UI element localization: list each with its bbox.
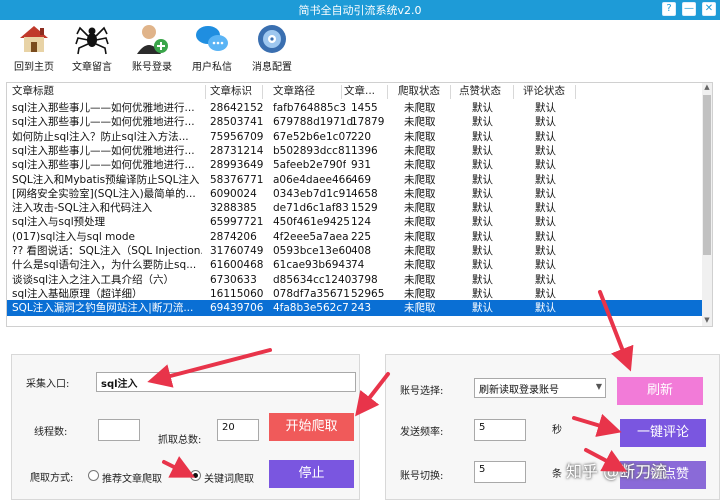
toolbar-account-login-label: 账号登录: [132, 62, 172, 73]
toolbar-user-message-label: 用户私信: [192, 62, 232, 73]
window-title: 简书全自动引流系统v2.0: [298, 4, 422, 17]
chat-bubbles-icon: [196, 26, 228, 51]
table-scrollbar[interactable]: ▲ ▼: [702, 83, 712, 326]
article-table[interactable]: 文章标题 文章标识 文章路径 文章... 爬取状态 点赞状态 评论状态 sql注…: [6, 82, 713, 327]
toolbar: 回到主页 文章留言 账号登录 用户私信 消息配置: [0, 20, 720, 76]
account-select-label: 账号选择:: [400, 386, 444, 397]
table-row[interactable]: SQL注入漏洞之钓鱼网站注入|断刀流... 69439706 4fa8b3e562c…: [7, 300, 703, 317]
cell-views: 243: [351, 302, 372, 315]
threads-input[interactable]: [98, 419, 140, 441]
account-select[interactable]: 刷新读取登录账号 ▼: [474, 378, 606, 398]
toolbar-account-login[interactable]: 账号登录: [122, 22, 182, 73]
cell-comment-status: 默认: [535, 302, 556, 315]
mode-keyword-radio[interactable]: [190, 470, 201, 481]
account-switch-input[interactable]: 5: [474, 461, 526, 483]
col-comment-status-header[interactable]: 评论状态: [523, 83, 565, 99]
col-path-header[interactable]: 文章路径: [273, 83, 315, 99]
send-frequency-input[interactable]: 5: [474, 419, 526, 441]
toolbar-message-config[interactable]: 消息配置: [242, 22, 302, 73]
total-input[interactable]: 20: [217, 419, 259, 441]
start-crawl-button[interactable]: 开始爬取: [269, 413, 354, 441]
col-like-status-header[interactable]: 点赞状态: [459, 83, 501, 99]
send-frequency-label: 发送频率:: [400, 427, 444, 438]
toolbar-home[interactable]: 回到主页: [4, 22, 64, 73]
scrollbar-thumb[interactable]: [703, 95, 711, 255]
col-title-header[interactable]: 文章标题: [12, 83, 54, 99]
cell-like-status: 默认: [472, 302, 493, 315]
refresh-button[interactable]: 刷新: [617, 377, 703, 405]
user-add-icon: [137, 25, 168, 54]
account-switch-label: 账号切换:: [400, 471, 444, 482]
house-icon: [20, 26, 48, 52]
toolbar-message-config-label: 消息配置: [252, 62, 292, 73]
threads-label: 线程数:: [34, 427, 68, 438]
gear-cd-icon: [258, 25, 286, 53]
watermark-text: 知乎 @断刀流: [566, 462, 668, 481]
close-button[interactable]: ✕: [702, 2, 716, 16]
mode-keyword-label[interactable]: 关键词爬取: [204, 470, 254, 485]
table-header: 文章标题 文章标识 文章路径 文章... 爬取状态 点赞状态 评论状态: [7, 83, 703, 99]
col-id-header[interactable]: 文章标识: [210, 83, 252, 99]
stop-button[interactable]: 停止: [269, 460, 354, 488]
account-select-value: 刷新读取登录账号: [479, 385, 559, 396]
minimize-button[interactable]: —: [682, 2, 696, 16]
cell-crawl-status: 未爬取: [404, 302, 436, 315]
crawl-mode-label: 爬取方式:: [30, 473, 74, 484]
one-click-comment-button[interactable]: 一键评论: [620, 419, 706, 447]
cell-id: 69439706: [210, 302, 264, 315]
scroll-down-icon[interactable]: ▼: [702, 316, 712, 326]
toolbar-article-comment-label: 文章留言: [72, 62, 112, 73]
col-views-header[interactable]: 文章...: [344, 83, 375, 99]
cell-title: SQL注入漏洞之钓鱼网站注入|断刀流...: [12, 302, 194, 315]
mode-recommend-radio[interactable]: [88, 470, 99, 481]
account-switch-unit: 条: [552, 469, 562, 480]
col-crawl-status-header[interactable]: 爬取状态: [398, 83, 440, 99]
toolbar-article-comment[interactable]: 文章留言: [62, 22, 122, 73]
cell-path: 4fa8b3e562c7: [273, 302, 349, 315]
chevron-down-icon: ▼: [595, 382, 602, 391]
send-frequency-unit: 秒: [552, 425, 562, 436]
mode-recommend-label[interactable]: 推荐文章爬取: [102, 470, 162, 485]
crawl-panel: 采集入口: sql注入 线程数: 抓取总数: 20 开始爬取 爬取方式: 推荐文…: [11, 354, 360, 500]
scroll-up-icon[interactable]: ▲: [702, 83, 712, 93]
comment-panel: 账号选择: 刷新读取登录账号 ▼ 刷新 发送频率: 5 秒 一键评论 账号切换:…: [385, 354, 720, 500]
collect-entry-input[interactable]: sql注入: [96, 372, 356, 392]
spider-icon: [75, 26, 109, 55]
collect-entry-label: 采集入口:: [26, 379, 70, 390]
toolbar-user-message[interactable]: 用户私信: [182, 22, 242, 73]
help-button[interactable]: ?: [662, 2, 676, 16]
title-bar: 简书全自动引流系统v2.0 ? — ✕: [0, 0, 720, 20]
toolbar-home-label: 回到主页: [14, 62, 54, 73]
total-label: 抓取总数:: [158, 435, 202, 446]
